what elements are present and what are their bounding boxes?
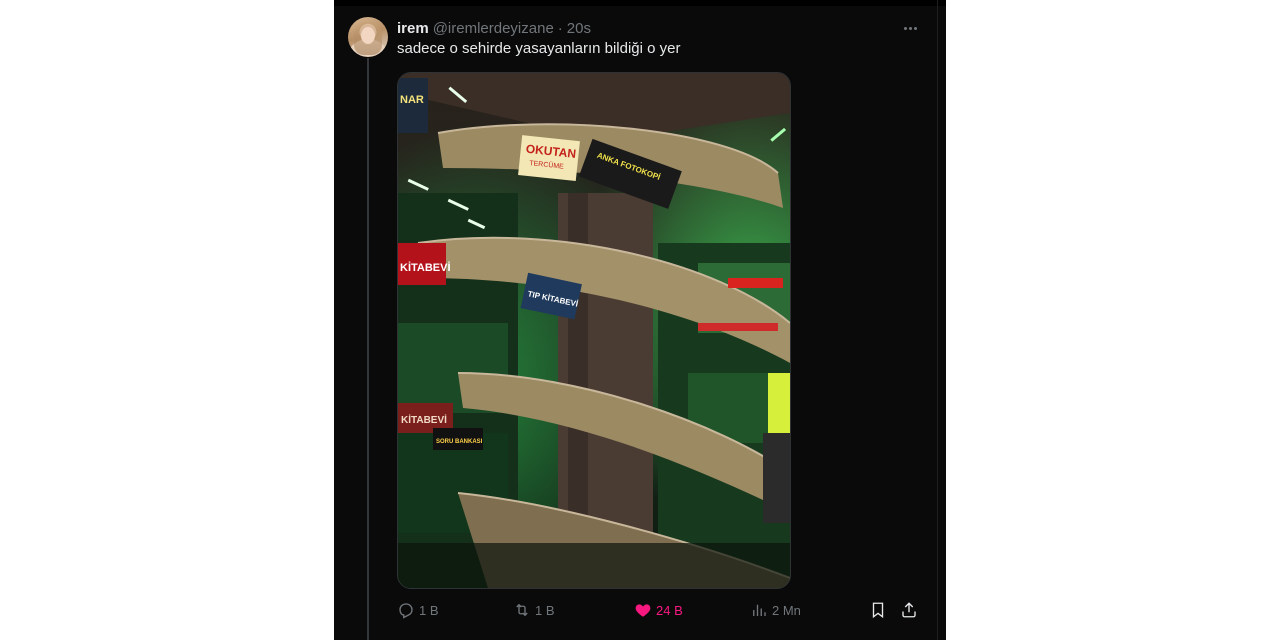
timestamp[interactable]: 20s (567, 20, 591, 37)
avatar[interactable] (348, 17, 388, 57)
like-button[interactable]: 24 B (634, 598, 683, 622)
reply-icon (399, 603, 413, 619)
mall-atrium-photo: OKUTAN TERCÜME ANKA FOTOKOPİ KİTABEVİ TI… (398, 73, 790, 588)
user-handle[interactable]: @iremlerdeyizane (433, 20, 554, 37)
retweet-count: 1 B (535, 602, 555, 618)
views-count: 2 Mn (772, 602, 801, 618)
sign-kitabevi-text: KİTABEVİ (400, 261, 451, 274)
more-options-button[interactable] (900, 18, 920, 38)
bookmark-button[interactable] (869, 598, 887, 622)
more-icon-dot (913, 26, 917, 30)
sign-soru-bankasi: SORU BANKASI (433, 428, 483, 450)
analytics-icon (753, 604, 766, 616)
reply-count: 1 B (419, 602, 439, 618)
display-name[interactable]: irem (397, 20, 429, 37)
reply-button[interactable]: 1 B (397, 598, 439, 622)
thread-line (367, 58, 369, 640)
retweet-button[interactable]: 1 B (513, 598, 555, 622)
sign-kitabevi-bottom-text: KİTABEVİ (401, 413, 447, 426)
sign-kitabevi-left: KİTABEVİ (398, 243, 451, 285)
tweet-actions: 1 B 1 B 24 B 2 Mn (397, 598, 921, 622)
tweet-text: sadece o sehirde yasayanların bildiği o … (397, 40, 681, 57)
tweet-card: irem @iremlerdeyizane · 20s sadece o seh… (334, 0, 946, 640)
sign-okutan: OKUTAN TERCÜME (518, 135, 580, 182)
sign-nar-text: NAR (400, 94, 424, 106)
more-icon-dot (903, 26, 907, 30)
more-icon-dot (908, 26, 912, 30)
share-button[interactable] (900, 598, 918, 622)
top-strip (334, 0, 946, 6)
tweet-photo[interactable]: OKUTAN TERCÜME ANKA FOTOKOPİ KİTABEVİ TI… (397, 72, 791, 589)
separator-dot: · (557, 19, 563, 37)
tweet-header: irem @iremlerdeyizane · 20s (397, 18, 591, 38)
share-icon (902, 602, 916, 618)
sign-nar: NAR (398, 78, 428, 133)
retweet-icon (516, 603, 528, 617)
column-border (937, 0, 938, 640)
views-button[interactable]: 2 Mn (750, 598, 801, 622)
bookmark-icon (872, 602, 884, 619)
sign-soru-bankasi-text: SORU BANKASI (436, 439, 483, 445)
like-count: 24 B (656, 602, 683, 618)
heart-icon (635, 604, 651, 617)
avatar-face (361, 27, 375, 44)
